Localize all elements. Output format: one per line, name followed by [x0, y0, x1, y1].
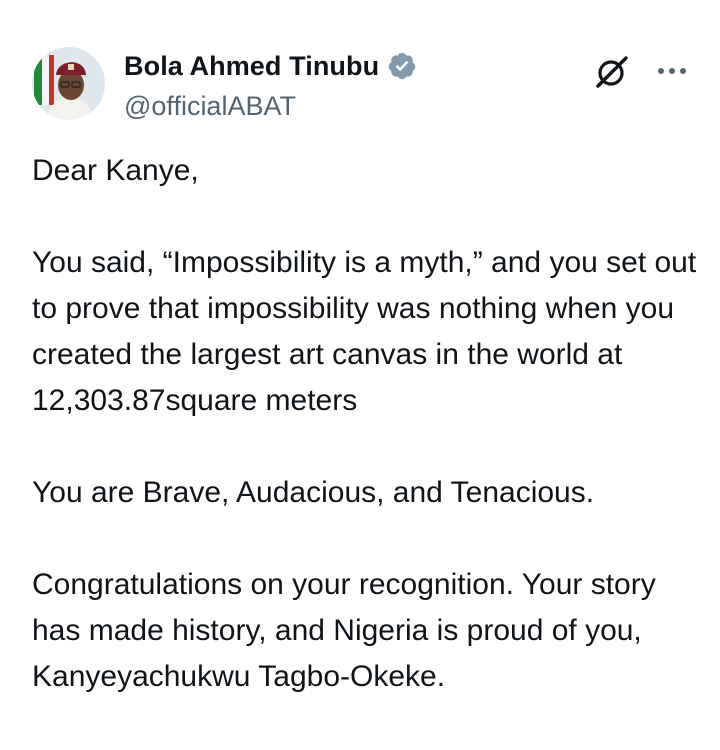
more-options-icon[interactable] — [652, 56, 692, 86]
tweet-header: Bola Ahmed Tinubu @officialABAT — [32, 44, 692, 124]
tweet-paragraph: Dear Kanye, — [32, 154, 199, 187]
tweet: Bola Ahmed Tinubu @officialABAT Dear Kan… — [0, 0, 720, 750]
display-name[interactable]: Bola Ahmed Tinubu — [124, 48, 379, 84]
verified-badge-icon — [387, 51, 417, 81]
handle[interactable]: @officialABAT — [124, 88, 417, 124]
author-names: Bola Ahmed Tinubu @officialABAT — [124, 48, 417, 124]
tweet-paragraph: Congratulations on your recognition. You… — [32, 568, 665, 693]
avatar[interactable] — [32, 47, 105, 120]
grok-icon[interactable] — [592, 52, 632, 92]
tweet-text: Dear Kanye, You said, “Impossibility is … — [32, 148, 702, 700]
profile-photo-icon — [32, 47, 105, 120]
display-name-row: Bola Ahmed Tinubu — [124, 48, 417, 84]
tweet-paragraph: You are Brave, Audacious, and Tenacious. — [32, 476, 595, 509]
tweet-paragraph: You said, “Impossibility is a myth,” and… — [32, 246, 705, 417]
